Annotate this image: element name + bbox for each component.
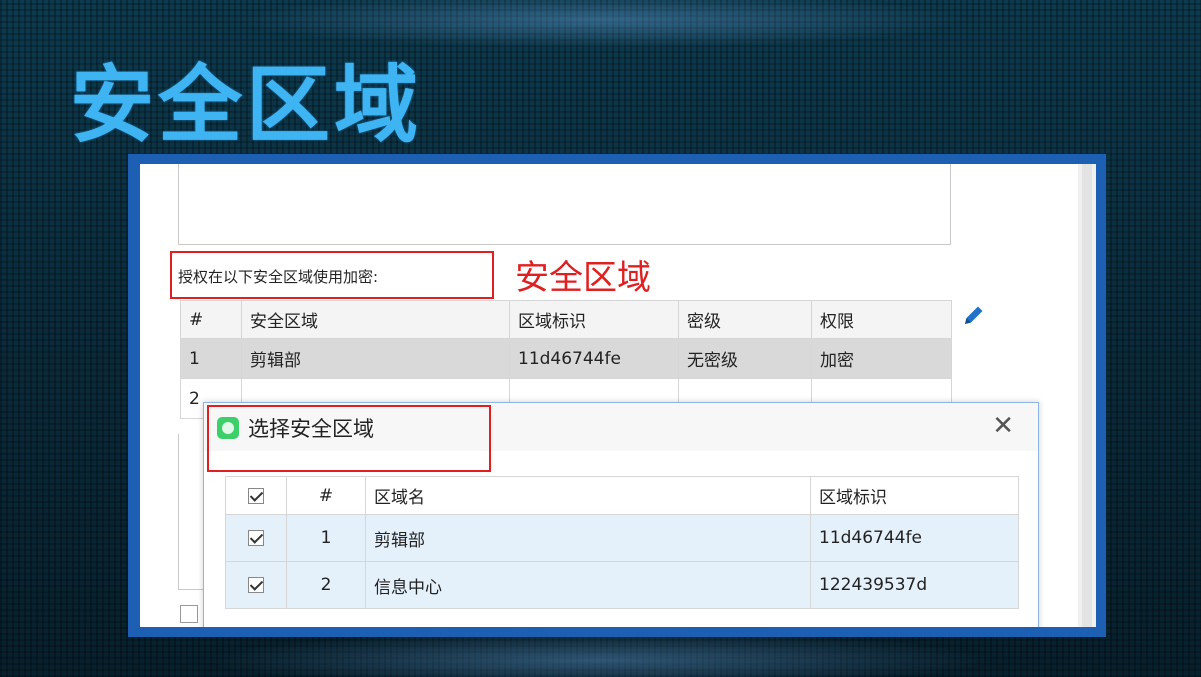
cell-zone-name: 信息中心 <box>365 561 811 609</box>
highlight-box-dialog-title <box>207 405 491 472</box>
row-checkbox[interactable] <box>225 514 287 562</box>
col-header-zone-id[interactable]: 区域标识 <box>810 476 1019 515</box>
row-checkbox[interactable] <box>225 561 287 609</box>
checkbox-checked-icon[interactable] <box>248 487 264 504</box>
cell-zone-name: 剪辑部 <box>365 514 811 562</box>
col-header-num[interactable]: # <box>180 300 242 339</box>
col-header-zone-name[interactable]: 区域名 <box>365 476 811 515</box>
vertical-scrollbar[interactable] <box>1078 164 1096 627</box>
table-frame-bottom <box>178 434 204 590</box>
table-header-row: # 安全区域 区域标识 密级 权限 <box>180 300 952 339</box>
description-textarea[interactable] <box>178 164 951 245</box>
cell-level: 无密级 <box>678 338 812 379</box>
cell-zone: 剪辑部 <box>241 338 510 379</box>
col-header-zone[interactable]: 安全区域 <box>241 300 510 339</box>
edit-pencil-icon[interactable] <box>962 303 986 331</box>
table-row[interactable]: 1 剪辑部 11d46744fe 无密级 加密 <box>180 338 952 379</box>
col-header-zone-id[interactable]: 区域标识 <box>509 300 679 339</box>
checkbox-checked-icon[interactable] <box>248 530 264 546</box>
col-header-level[interactable]: 密级 <box>678 300 812 339</box>
table-row[interactable]: 1 剪辑部 11d46744fe <box>225 514 1019 562</box>
col-header-permission[interactable]: 权限 <box>811 300 952 339</box>
app-window: 授权在以下安全区域使用加密: 安全区域 # 安全区域 区域标识 密级 权限 1 … <box>140 164 1096 627</box>
table-row[interactable]: 2 信息中心 122439537d <box>225 561 1019 609</box>
cell-zone-id: 122439537d <box>810 561 1019 609</box>
option-checkbox[interactable] <box>180 605 198 623</box>
col-header-num[interactable]: # <box>286 476 366 515</box>
col-header-checkbox[interactable] <box>225 476 287 515</box>
cell-zone-id: 11d46744fe <box>810 514 1019 562</box>
slide-title: 安全区域 <box>70 56 423 154</box>
cell-num: 1 <box>180 338 242 379</box>
zone-selection-table: # 区域名 区域标识 1 剪辑部 11d46744fe 2 信息中心 12243… <box>225 476 1019 609</box>
annotation-text: 安全区域 <box>515 258 651 298</box>
cell-zone-id: 11d46744fe <box>509 338 679 379</box>
dialog-header-row: # 区域名 区域标识 <box>225 476 1019 515</box>
close-icon[interactable]: ✕ <box>992 411 1014 441</box>
cell-num: 2 <box>286 561 366 609</box>
checkbox-checked-icon[interactable] <box>248 577 264 593</box>
highlight-box-auth <box>170 251 494 299</box>
cell-permission: 加密 <box>811 338 952 379</box>
scrollbar-thumb[interactable] <box>1082 164 1092 627</box>
cell-num: 1 <box>286 514 366 562</box>
